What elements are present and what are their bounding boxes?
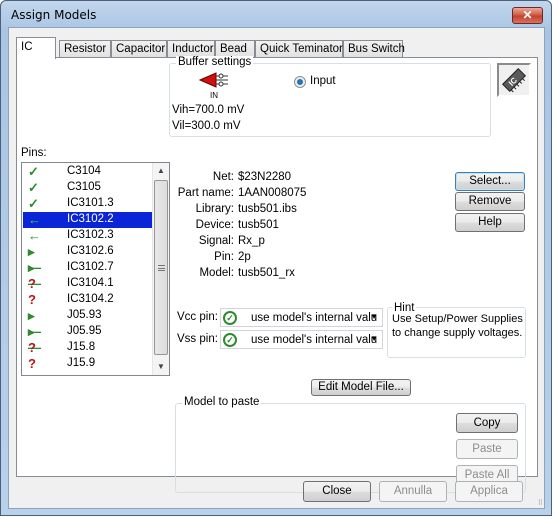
- vil-value: Vil=300.0 mV: [172, 120, 241, 132]
- default-value-icon: ✓: [223, 311, 237, 325]
- signal-label: Signal:: [198, 235, 234, 247]
- pin-list-item[interactable]: ▸— IC3102.6: [23, 244, 152, 275]
- question-icon: ?: [28, 276, 36, 291]
- pin-value: 2p: [238, 251, 251, 263]
- input-radio-label: Input: [310, 75, 336, 87]
- window-title: Assign Models: [11, 8, 97, 22]
- pin-list-item[interactable]: ? IC3104.1: [23, 276, 152, 292]
- model-to-paste-label: Model to paste: [182, 396, 262, 408]
- vss-pin-label: Vss pin:: [177, 333, 218, 345]
- pin-list-item[interactable]: ✓ C3105: [23, 180, 152, 196]
- pin-list-item[interactable]: ▸— J05.95: [23, 324, 152, 355]
- pin-list-item[interactable]: ← IC3102.3: [23, 228, 152, 244]
- pin-list-item[interactable]: ▸— IC3102.7: [23, 260, 152, 291]
- pin-list-item[interactable]: ? J15.8: [23, 340, 152, 356]
- tab-bus-switch[interactable]: Bus Switch: [343, 40, 405, 58]
- part-name-value: 1AAN008075: [238, 187, 307, 199]
- device-value: tusb501: [238, 219, 279, 231]
- check-icon: ✓: [28, 180, 39, 195]
- part-name-label: Part name:: [177, 187, 234, 199]
- pins-label: Pins:: [21, 147, 47, 159]
- vcc-pin-label: Vcc pin:: [177, 311, 218, 323]
- pin-list-item[interactable]: ? IC3104.2: [23, 292, 152, 308]
- vih-value: Vih=700.0 mV: [172, 104, 245, 116]
- select-button[interactable]: Select...: [455, 172, 525, 191]
- tab-capacitor[interactable]: Capacitor: [111, 40, 167, 58]
- arrow-right-icon: ▸—: [28, 308, 41, 339]
- assign-models-dialog: Assign Models ✕ IC Resistor Capacitor In…: [0, 0, 552, 516]
- question-icon: ?: [28, 356, 36, 371]
- vcc-pin-combo[interactable]: ✓ use model's internal valu ▼: [220, 308, 383, 327]
- scroll-down-arrow-icon[interactable]: ▼: [153, 359, 169, 375]
- pin-list-item-selected[interactable]: ← IC3102.2: [23, 212, 152, 228]
- copy-button[interactable]: Copy: [456, 413, 518, 433]
- model-value: tusb501_rx: [238, 267, 295, 279]
- net-value: $23N2280: [238, 171, 292, 183]
- grip-icon: [158, 265, 165, 271]
- model-label: Model:: [199, 267, 234, 279]
- pin-list-item[interactable]: ✓ C3104: [23, 164, 152, 180]
- check-icon: ✓: [28, 196, 39, 211]
- hint-text-line2: to change supply voltages.: [392, 327, 523, 339]
- input-radio[interactable]: [294, 76, 306, 88]
- scroll-up-arrow-icon[interactable]: ▲: [153, 163, 169, 179]
- chevron-down-icon: ▼: [370, 312, 378, 321]
- signal-value: Rx_p: [238, 235, 265, 247]
- tab-resistor[interactable]: Resistor: [59, 40, 111, 58]
- question-icon: ?: [28, 292, 36, 307]
- paste-button[interactable]: Paste: [456, 439, 518, 459]
- resize-grip-icon[interactable]: ⠿: [538, 499, 543, 507]
- arrow-right-icon: ▸—: [28, 244, 41, 275]
- question-icon: ?: [28, 340, 36, 355]
- check-icon: ✓: [28, 164, 39, 179]
- close-button[interactable]: Close: [303, 481, 371, 502]
- ic-chip-icon: IC: [501, 67, 527, 93]
- buffer-symbol-label: IN: [210, 91, 218, 100]
- default-value-icon: ✓: [223, 333, 237, 347]
- pin-list-item[interactable]: ✓ IC3101.3: [23, 196, 152, 212]
- pins-listbox[interactable]: ✓ C3104 ✓ C3105 ✓ IC3101.3 ← IC3102.2 ← IC310…: [21, 162, 170, 376]
- ic-tab-panel: Buffer settings IN Vih=700.0 mV Vil=300.…: [16, 56, 538, 493]
- pin-list-item[interactable]: ▸— J05.93: [23, 308, 152, 339]
- chevron-down-icon: ▼: [370, 334, 378, 343]
- net-label: Net:: [212, 171, 234, 183]
- hint-group: Hint Use Setup/Power Supplies to change …: [387, 302, 526, 358]
- remove-button[interactable]: Remove: [455, 192, 525, 211]
- pin-label: Pin:: [214, 251, 234, 263]
- edit-model-file-button[interactable]: Edit Model File...: [311, 379, 411, 396]
- ic-model-icon-box: IC: [497, 63, 531, 97]
- dialog-client: IC Resistor Capacitor Inductor Bead Quic…: [8, 27, 545, 509]
- input-buffer-icon: [198, 72, 228, 88]
- close-icon: ✕: [522, 8, 533, 22]
- close-window-button[interactable]: ✕: [512, 7, 543, 24]
- library-label: Library:: [195, 203, 234, 215]
- scrollbar-thumb[interactable]: [154, 180, 168, 355]
- tab-ic[interactable]: IC: [16, 37, 56, 59]
- pin-list-item[interactable]: ? J15.9: [23, 356, 152, 372]
- pins-scrollbar[interactable]: ▲ ▼: [152, 163, 169, 375]
- device-label: Device:: [195, 219, 234, 231]
- applica-button[interactable]: Applica: [455, 481, 523, 502]
- vss-pin-combo[interactable]: ✓ use model's internal valu ▼: [220, 330, 383, 349]
- buffer-settings-label: Buffer settings: [176, 56, 254, 68]
- arrow-right-icon: ▸—: [28, 260, 41, 291]
- tab-quick-terminator[interactable]: Quick Teminator: [255, 40, 343, 58]
- title-bar: Assign Models ✕: [1, 1, 551, 29]
- library-value: tusb501.ibs: [238, 203, 297, 215]
- arrow-left-icon: ←: [28, 228, 41, 243]
- arrow-left-icon: ←: [28, 212, 41, 227]
- annulla-button[interactable]: Annulla: [379, 481, 447, 502]
- help-button[interactable]: Help: [455, 213, 525, 232]
- model-to-paste-group: Model to paste Copy Paste Paste All: [175, 396, 526, 493]
- arrow-right-icon: ▸—: [28, 324, 41, 355]
- buffer-settings-group: Buffer settings IN Vih=700.0 mV Vil=300.…: [169, 56, 491, 137]
- hint-text-line1: Use Setup/Power Supplies: [392, 313, 523, 325]
